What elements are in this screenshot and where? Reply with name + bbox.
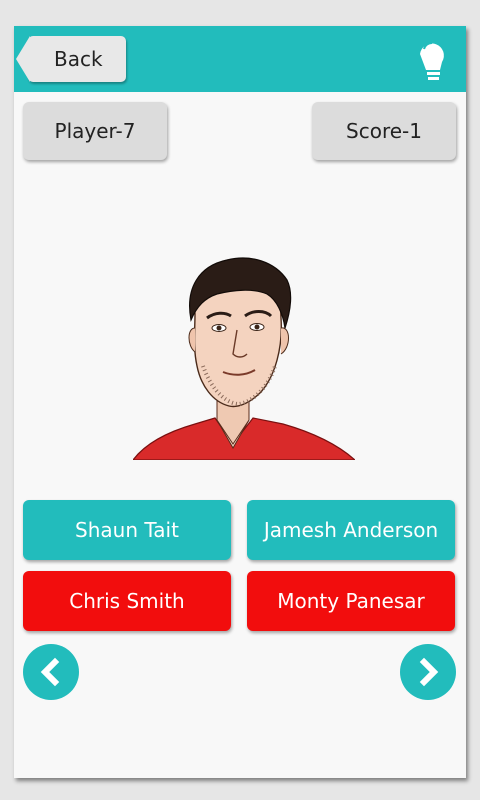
quiz-screen: Back Player-7 Score-1 Shaun Tait Jamesh …: [14, 26, 466, 778]
top-bar: Back: [14, 26, 466, 92]
chevron-left-icon: [40, 657, 60, 687]
answer-option-4-label: Monty Panesar: [277, 589, 425, 613]
player-portrait: [133, 257, 355, 460]
score-badge: Score-1: [312, 102, 456, 160]
back-button-label: Back: [54, 47, 103, 71]
answer-option-4[interactable]: Monty Panesar: [247, 571, 455, 631]
chevron-right-icon: [419, 657, 439, 687]
lightbulb-icon[interactable]: [412, 36, 452, 84]
answer-option-1[interactable]: Shaun Tait: [23, 500, 231, 560]
player-number-label: Player-7: [54, 119, 136, 143]
back-button[interactable]: Back: [16, 36, 126, 82]
previous-button[interactable]: [23, 644, 79, 700]
next-button[interactable]: [400, 644, 456, 700]
answer-option-1-label: Shaun Tait: [75, 518, 179, 542]
answer-option-2-label: Jamesh Anderson: [263, 518, 439, 542]
answer-option-3-label: Chris Smith: [69, 589, 185, 613]
player-number-badge: Player-7: [23, 102, 167, 160]
score-label: Score-1: [346, 119, 422, 143]
answer-option-3[interactable]: Chris Smith: [23, 571, 231, 631]
answer-option-2[interactable]: Jamesh Anderson: [247, 500, 455, 560]
